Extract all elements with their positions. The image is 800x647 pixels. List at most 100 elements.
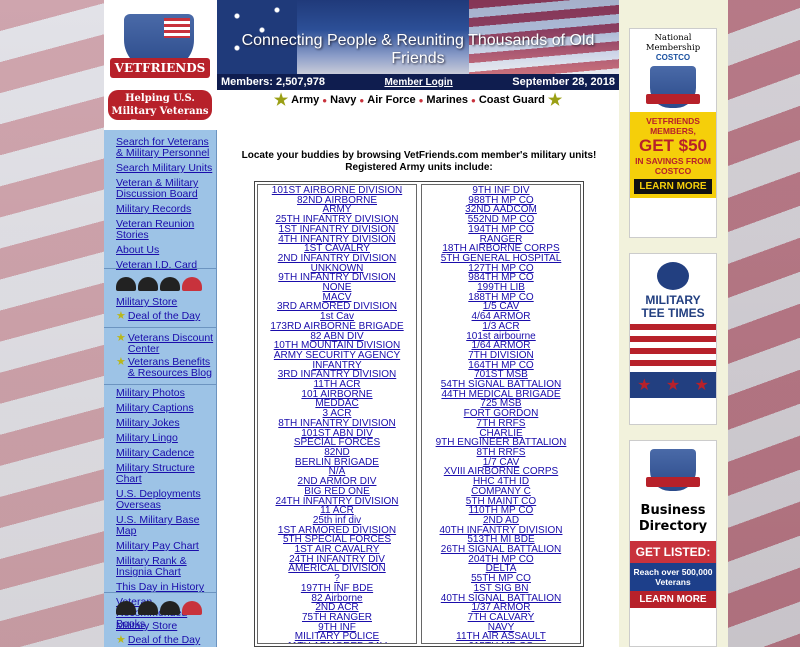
- unit-link[interactable]: 615TH MP CO: [422, 642, 580, 643]
- costco-ad-body: VETFRIENDS MEMBERS, GET $50 IN SAVINGS F…: [630, 112, 716, 198]
- sidebar-link-about-us[interactable]: About Us: [104, 243, 217, 258]
- star-icon: ★: [116, 356, 126, 368]
- discount-center-link[interactable]: Veterans Discount Center: [128, 333, 214, 355]
- costco-line3: IN SAVINGS FROM COSTCO: [635, 156, 711, 176]
- sidebar-link-search-for-veterans-military-personnel[interactable]: Search for Veterans & Military Personnel: [104, 135, 217, 161]
- bullet-icon: ●: [322, 95, 328, 105]
- benefits-blog-row[interactable]: ★ Veterans Benefits & Resources Blog: [104, 356, 217, 380]
- costco-line1: VETFRIENDS MEMBERS,: [646, 116, 700, 136]
- usaf-cap-icon[interactable]: [160, 277, 180, 291]
- logo-name: VETFRIENDS: [110, 58, 210, 78]
- member-count: Members: 2,507,978: [221, 76, 325, 88]
- bullet-icon: ●: [418, 95, 424, 105]
- sidebar-link-military-pay-chart[interactable]: Military Pay Chart: [104, 539, 217, 554]
- branch-navy[interactable]: Navy: [330, 94, 356, 106]
- star-icon: ★: [116, 634, 126, 646]
- directory-reach-text: Reach over 500,000 Veterans: [630, 563, 716, 591]
- benefits-blog-link[interactable]: Veterans Benefits & Resources Blog: [128, 357, 214, 379]
- divider: [104, 384, 217, 385]
- divider: [104, 268, 217, 269]
- member-login-link[interactable]: Member Login: [384, 77, 452, 88]
- sidebar-link-veteran-military-discussion-board[interactable]: Veteran & Military Discussion Board: [104, 176, 217, 202]
- branch-bar: ★ Army ● Navy ● Air Force ● Marines ● Co…: [217, 91, 619, 109]
- costco-learn-more-button[interactable]: LEARN MORE: [634, 179, 712, 194]
- star-icon: ★: [665, 377, 681, 394]
- usaf-cap-icon[interactable]: [160, 601, 180, 615]
- nav-group-main: Search for Veterans & Military Personnel…: [104, 135, 217, 273]
- page-container: VETFRIENDS Helping U.S. Military Veteran…: [104, 0, 728, 647]
- sidebar-link-u-s-deployments-overseas[interactable]: U.S. Deployments Overseas: [104, 487, 217, 513]
- units-column-left: 101ST AIRBORNE DIVISION 82ND AIRBORNE ARMY…: [257, 184, 417, 644]
- store-section-2: Military Store ★ Deal of the Day: [104, 588, 217, 647]
- star-icon: ★: [273, 92, 289, 109]
- background-flag-right: [728, 0, 800, 647]
- directory-learn-more-button[interactable]: LEARN MORE: [630, 591, 716, 608]
- deal-of-day-row[interactable]: ★ Deal of the Day: [104, 634, 217, 647]
- discount-center-row[interactable]: ★ Veterans Discount Center: [104, 332, 217, 356]
- tee-times-ad[interactable]: MILITARY TEE TIMES ★ ★ ★: [629, 253, 717, 425]
- army-cap-icon[interactable]: [116, 277, 136, 291]
- sidebar-link-u-s-military-base-map[interactable]: U.S. Military Base Map: [104, 513, 217, 539]
- star-icon: ★: [547, 92, 563, 109]
- intro-text: Locate your buddies by browsing VetFrien…: [241, 150, 597, 173]
- hats-row[interactable]: [104, 597, 217, 619]
- military-store-link[interactable]: Military Store: [104, 295, 217, 310]
- deal-of-day-link[interactable]: Deal of the Day: [128, 635, 200, 646]
- star-icon: ★: [116, 310, 126, 322]
- left-sidebar: VETFRIENDS Helping U.S. Military Veteran…: [104, 0, 217, 647]
- business-directory-ad[interactable]: Business Directory GET LISTED: Reach ove…: [629, 440, 717, 647]
- vetfriends-badge-icon: [646, 449, 700, 491]
- sidebar-link-veteran-reunion-stories[interactable]: Veteran Reunion Stories: [104, 217, 217, 243]
- tee-times-title2: TEE TIMES: [641, 306, 705, 320]
- star-icon: ★: [637, 377, 652, 394]
- star-icon: ★: [694, 377, 709, 394]
- current-date: September 28, 2018: [512, 76, 615, 88]
- branch-army[interactable]: Army: [291, 94, 319, 106]
- branch-air-force[interactable]: Air Force: [367, 94, 415, 106]
- red-cap-icon[interactable]: [182, 277, 202, 291]
- store-section-1: Military Store ★ Deal of the Day ★ Veter…: [104, 264, 217, 389]
- deal-of-day-row[interactable]: ★ Deal of the Day: [104, 310, 217, 323]
- sidebar-link-military-captions[interactable]: Military Captions: [104, 401, 217, 416]
- army-cap-icon[interactable]: [116, 601, 136, 615]
- costco-logo: COSTCO: [655, 53, 691, 62]
- costco-ad-top: National Membership: [645, 33, 701, 53]
- costco-ad[interactable]: National Membership COSTCO VETFRIENDS ME…: [629, 28, 717, 238]
- divider: [104, 592, 217, 593]
- eagle-icon: [657, 262, 689, 290]
- branch-coast-guard[interactable]: Coast Guard: [479, 94, 545, 106]
- units-table: 101ST AIRBORNE DIVISION 82ND AIRBORNE ARMY…: [254, 181, 584, 647]
- sidebar-link-military-structure-chart[interactable]: Military Structure Chart: [104, 461, 217, 487]
- sidebar-link-military-lingo[interactable]: Military Lingo: [104, 431, 217, 446]
- right-sidebar: National Membership COSTCO VETFRIENDS ME…: [619, 0, 728, 647]
- divider: [104, 327, 217, 328]
- sidebar-link-military-records[interactable]: Military Records: [104, 202, 217, 217]
- hats-row[interactable]: [104, 273, 217, 295]
- costco-line2: GET $50: [638, 136, 708, 155]
- sidebar-link-military-photos[interactable]: Military Photos: [104, 386, 217, 401]
- header-tagline: Connecting People & Reuniting Thousands …: [241, 32, 595, 67]
- sidebar-link-military-cadence[interactable]: Military Cadence: [104, 446, 217, 461]
- info-bar: Members: 2,507,978 Member Login Septembe…: [217, 74, 619, 90]
- get-listed-label: GET LISTED:: [630, 541, 716, 563]
- stars-row: ★ ★ ★: [630, 372, 716, 398]
- logo-tagline: Helping U.S. Military Veterans Reconnect: [108, 90, 212, 130]
- navy-cap-icon[interactable]: [138, 277, 158, 291]
- navy-cap-icon[interactable]: [138, 601, 158, 615]
- vetfriends-badge-icon: [646, 66, 700, 108]
- red-cap-icon[interactable]: [182, 601, 202, 615]
- sidebar-link-military-rank-insignia-chart[interactable]: Military Rank & Insignia Chart: [104, 554, 217, 580]
- golf-flag-image: [630, 324, 716, 372]
- deal-of-day-link[interactable]: Deal of the Day: [128, 311, 200, 322]
- military-store-link[interactable]: Military Store: [104, 619, 217, 634]
- unit-link[interactable]: 11TH ARMORED CAV: [258, 642, 416, 643]
- bullet-icon: ●: [470, 95, 476, 105]
- background-flag-left: [0, 0, 104, 647]
- bullet-icon: ●: [359, 95, 365, 105]
- directory-title1: Business: [640, 503, 706, 518]
- directory-title2: Directory: [638, 519, 708, 534]
- sidebar-link-military-jokes[interactable]: Military Jokes: [104, 416, 217, 431]
- sidebar-link-search-military-units[interactable]: Search Military Units: [104, 161, 217, 176]
- branch-marines[interactable]: Marines: [426, 94, 468, 106]
- site-logo[interactable]: VETFRIENDS Helping U.S. Military Veteran…: [104, 0, 217, 130]
